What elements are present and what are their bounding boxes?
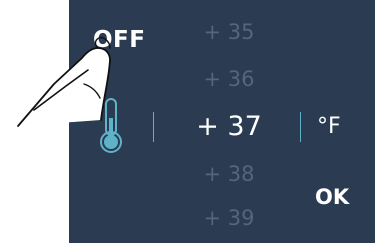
control-panel: OFF + 35 + 36 + 37 + 38 + 39 °F OK bbox=[69, 0, 375, 243]
thermometer-icon bbox=[100, 98, 122, 153]
off-button[interactable]: OFF bbox=[93, 24, 147, 56]
temperature-option[interactable]: + 39 bbox=[189, 206, 269, 230]
temperature-selected[interactable]: + 37 bbox=[189, 112, 269, 142]
temperature-option[interactable]: + 36 bbox=[189, 67, 269, 91]
temperature-option[interactable]: + 38 bbox=[189, 162, 269, 186]
unit-label[interactable]: °F bbox=[317, 113, 341, 141]
right-divider bbox=[300, 112, 301, 142]
thermostat-screen: OFF + 35 + 36 + 37 + 38 + 39 °F OK bbox=[0, 0, 375, 243]
ok-button[interactable]: OK bbox=[315, 183, 359, 211]
temperature-option[interactable]: + 35 bbox=[189, 20, 269, 44]
left-divider bbox=[153, 112, 154, 142]
